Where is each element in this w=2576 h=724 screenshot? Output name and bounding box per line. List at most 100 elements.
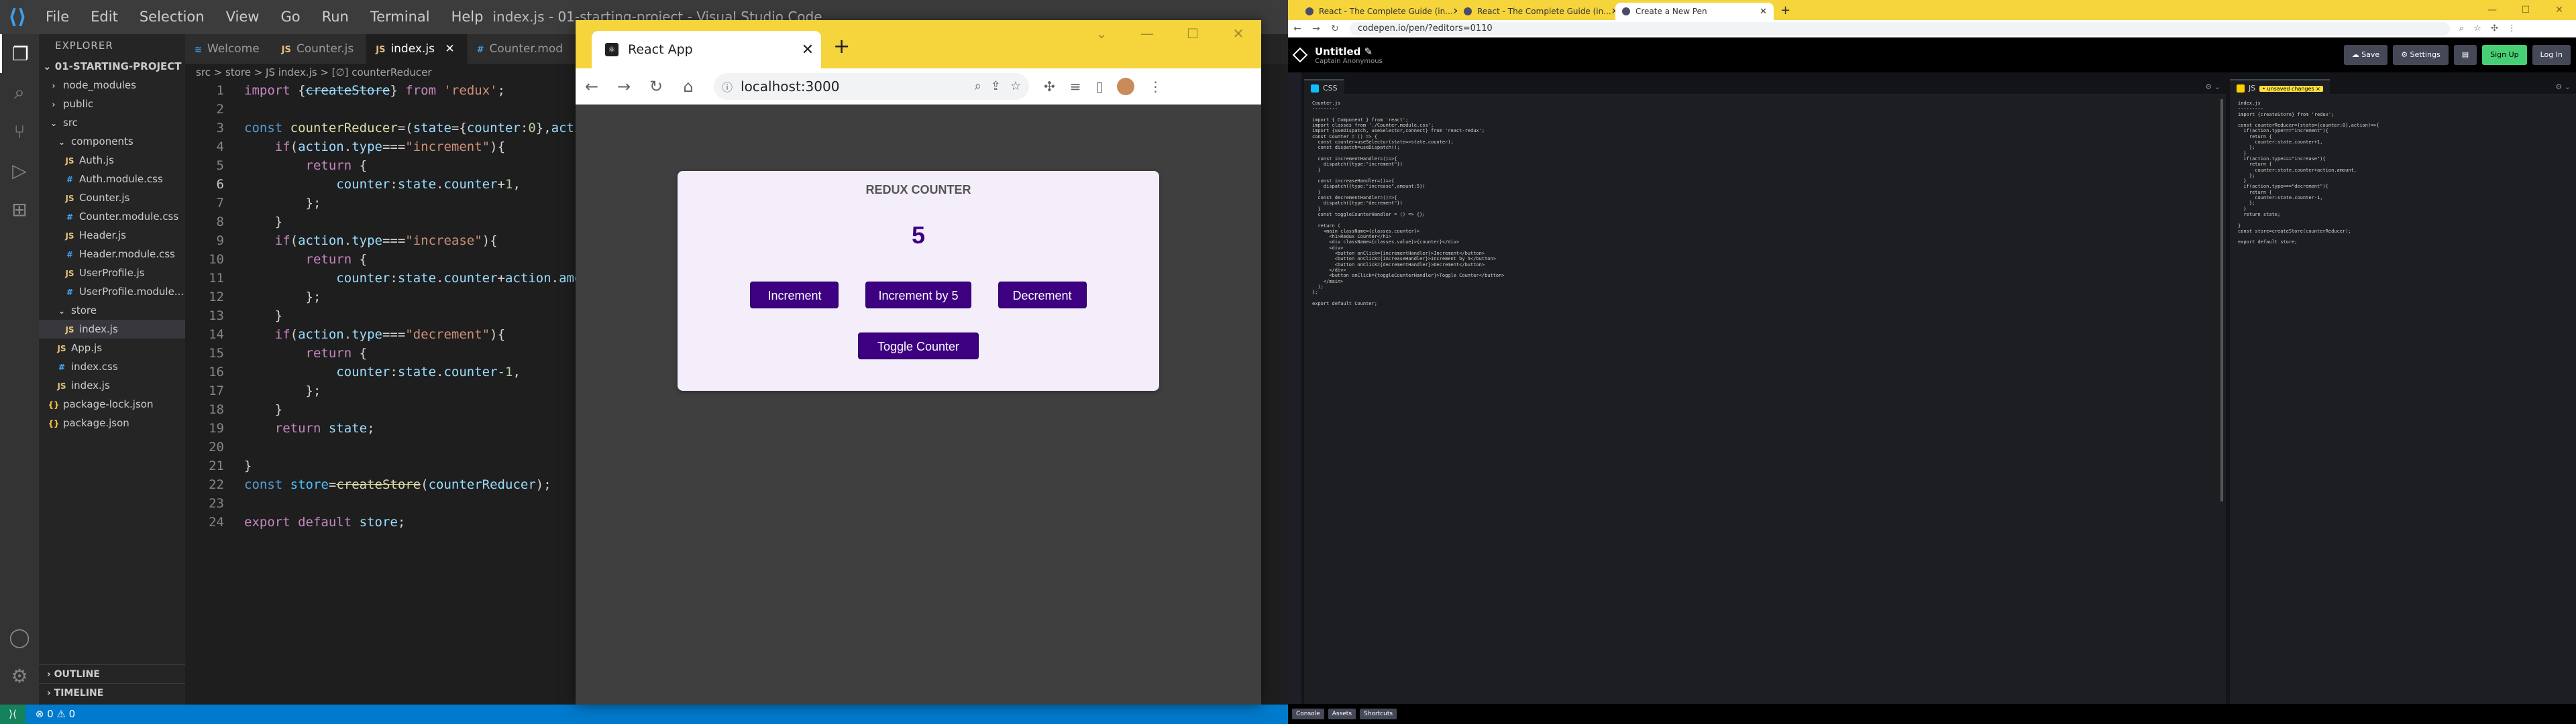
tree-item[interactable]: JS index.js — [39, 320, 185, 339]
tree-item[interactable]: ⌄ src — [39, 113, 185, 132]
zoom-icon[interactable]: ⌕ — [975, 79, 981, 93]
maximize-icon[interactable]: ☐ — [1170, 20, 1216, 47]
new-tab-icon[interactable]: + — [1780, 1, 1790, 20]
problems-indicator[interactable]: ⊗ 0 ⚠ 0 — [36, 708, 75, 720]
extensions-icon[interactable]: ⊞ — [0, 190, 39, 229]
remote-indicator-icon[interactable]: ⟩⟨ — [0, 705, 25, 724]
chevron-down-icon[interactable]: ⌄ — [1079, 20, 1124, 47]
css-panel[interactable]: CSS ⚙ ⌄ Counter.js --------- import { Comp… — [1304, 78, 2226, 704]
tree-item[interactable]: # Auth.module.css — [39, 170, 185, 188]
editor-tab[interactable]: ≋ Welcome — [185, 34, 272, 64]
js-tab[interactable]: JS • unsaved changes × — [2230, 78, 2330, 95]
editor-tab[interactable]: # Counter.mod — [467, 34, 576, 64]
tree-item[interactable]: # UserProfile.module... — [39, 282, 185, 301]
editor-tab[interactable]: JS index.js ✕ — [366, 34, 468, 64]
explorer-icon[interactable]: ❐ — [0, 34, 39, 73]
menu-item[interactable]: Terminal — [360, 0, 441, 34]
close-window-icon[interactable]: ✕ — [1216, 20, 1261, 47]
forward-icon[interactable]: → — [608, 77, 640, 96]
footer-button[interactable]: Assets — [1328, 709, 1356, 719]
panel-settings-icon[interactable]: ⚙ ⌄ — [2555, 82, 2571, 91]
search-icon[interactable]: ⌕ — [2459, 23, 2464, 34]
minimize-icon[interactable]: — — [2475, 0, 2509, 20]
browser-tab[interactable]: Create a New Pen ✕ — [1615, 3, 1774, 20]
tree-item[interactable]: JS index.js — [39, 376, 185, 395]
tree-item[interactable]: › node_modules — [39, 76, 185, 95]
more-menu-icon[interactable]: ⋮ — [1149, 78, 1163, 95]
maximize-icon[interactable]: ☐ — [2509, 0, 2542, 20]
tree-item[interactable]: # index.css — [39, 357, 185, 376]
menu-item[interactable]: Go — [270, 0, 311, 34]
back-icon[interactable]: ← — [576, 77, 608, 96]
reload-icon[interactable]: ↻ — [1326, 23, 1344, 34]
editor-tab[interactable]: JS Counter.js — [272, 34, 367, 64]
codepen-logo-icon[interactable] — [1292, 47, 1308, 63]
settings-button[interactable]: ⚙ Settings — [2393, 45, 2449, 65]
reading-list-icon[interactable]: ≡ — [1070, 78, 1081, 95]
browser-tab[interactable]: React - The Complete Guide (in... ✕ — [1457, 3, 1615, 20]
tab-close-icon[interactable]: ✕ — [1760, 7, 1767, 17]
browser-tab[interactable]: React - The Complete Guide (in... ✕ — [1299, 3, 1457, 20]
tree-item[interactable]: JS Auth.js — [39, 151, 185, 170]
login-button[interactable]: Log In — [2532, 45, 2571, 65]
menu-item[interactable]: File — [35, 0, 80, 34]
tab-close-icon[interactable]: ✕ — [794, 42, 821, 58]
css-tab[interactable]: CSS — [1304, 78, 1344, 95]
tree-item[interactable]: JS App.js — [39, 339, 185, 357]
site-info-icon[interactable]: ⓘ — [722, 78, 733, 95]
extensions-puzzle-icon[interactable]: ✣ — [2491, 23, 2498, 34]
scrollbar[interactable] — [2220, 99, 2223, 501]
project-folder[interactable]: ⌄ 01-STARTING-PROJECT — [39, 57, 185, 76]
source-control-icon[interactable]: ⑂ — [0, 112, 39, 151]
toggle-counter-button[interactable]: Toggle Counter — [858, 333, 979, 359]
tree-item[interactable]: # Counter.module.css — [39, 207, 185, 226]
tree-item[interactable]: JS UserProfile.js — [39, 263, 185, 282]
new-tab-icon[interactable]: + — [833, 35, 850, 58]
css-code-area[interactable]: Counter.js --------- import { Component } … — [1304, 95, 2226, 306]
reload-icon[interactable]: ↻ — [640, 77, 672, 96]
tree-item[interactable]: › public — [39, 95, 185, 113]
layout-icon[interactable]: ▤ — [2453, 45, 2477, 65]
tree-item[interactable]: ⌄ store — [39, 301, 185, 320]
outline-section[interactable]: › OUTLINE — [39, 664, 185, 683]
share-icon[interactable]: ⇪ — [991, 79, 1001, 93]
run-debug-icon[interactable]: ▷ — [0, 151, 39, 190]
tree-item[interactable]: JS Header.js — [39, 226, 185, 245]
more-menu-icon[interactable]: ⋮ — [2508, 23, 2516, 34]
account-icon[interactable]: ◯ — [0, 617, 39, 656]
tree-item[interactable]: ⌄ components — [39, 132, 185, 151]
tree-item[interactable]: {} package.json — [39, 414, 185, 432]
html-panel-collapsed[interactable] — [1288, 72, 1301, 704]
back-icon[interactable]: ← — [1288, 23, 1307, 34]
tab-close-icon[interactable]: ✕ — [441, 42, 454, 56]
home-icon[interactable]: ⌂ — [672, 77, 704, 96]
tree-item[interactable]: {} package-lock.json — [39, 395, 185, 414]
increment-by-5-button[interactable]: Increment by 5 — [865, 282, 971, 308]
menu-item[interactable]: View — [215, 0, 270, 34]
timeline-section[interactable]: › TIMELINE — [39, 683, 185, 702]
close-window-icon[interactable]: ✕ — [2542, 0, 2576, 20]
minimize-icon[interactable]: — — [1124, 20, 1170, 47]
footer-button[interactable]: Shortcuts — [1360, 709, 1397, 719]
bookmark-star-icon[interactable]: ☆ — [2473, 23, 2481, 34]
pen-title[interactable]: Untitled ✎ — [1315, 46, 1383, 58]
forward-icon[interactable]: → — [1307, 23, 1326, 34]
address-bar[interactable]: codepen.io/pen/?editors=0110 — [1350, 21, 2450, 36]
js-panel[interactable]: JS • unsaved changes × ⚙ ⌄ index.js ------… — [2230, 78, 2576, 704]
side-panel-icon[interactable]: ▯ — [1096, 78, 1104, 95]
tree-item[interactable]: JS Counter.js — [39, 188, 185, 207]
js-code-area[interactable]: index.js --------- import {createStore} fr… — [2230, 95, 2576, 245]
menu-item[interactable]: Edit — [80, 0, 129, 34]
save-button[interactable]: ☁ Save — [2343, 45, 2388, 65]
footer-button[interactable]: Console — [1292, 709, 1324, 719]
search-icon[interactable]: ⌕ — [0, 73, 39, 112]
signup-button[interactable]: Sign Up — [2482, 45, 2527, 65]
profile-avatar[interactable] — [1116, 77, 1134, 95]
tree-item[interactable]: # Header.module.css — [39, 245, 185, 263]
menu-item[interactable]: Selection — [129, 0, 215, 34]
menu-item[interactable]: Run — [311, 0, 360, 34]
settings-gear-icon[interactable]: ⚙ — [0, 656, 39, 695]
panel-settings-icon[interactable]: ⚙ ⌄ — [2205, 82, 2220, 91]
bookmark-star-icon[interactable]: ☆ — [1010, 79, 1021, 93]
browser-tab[interactable]: ⚛ React App ✕ — [592, 31, 821, 68]
